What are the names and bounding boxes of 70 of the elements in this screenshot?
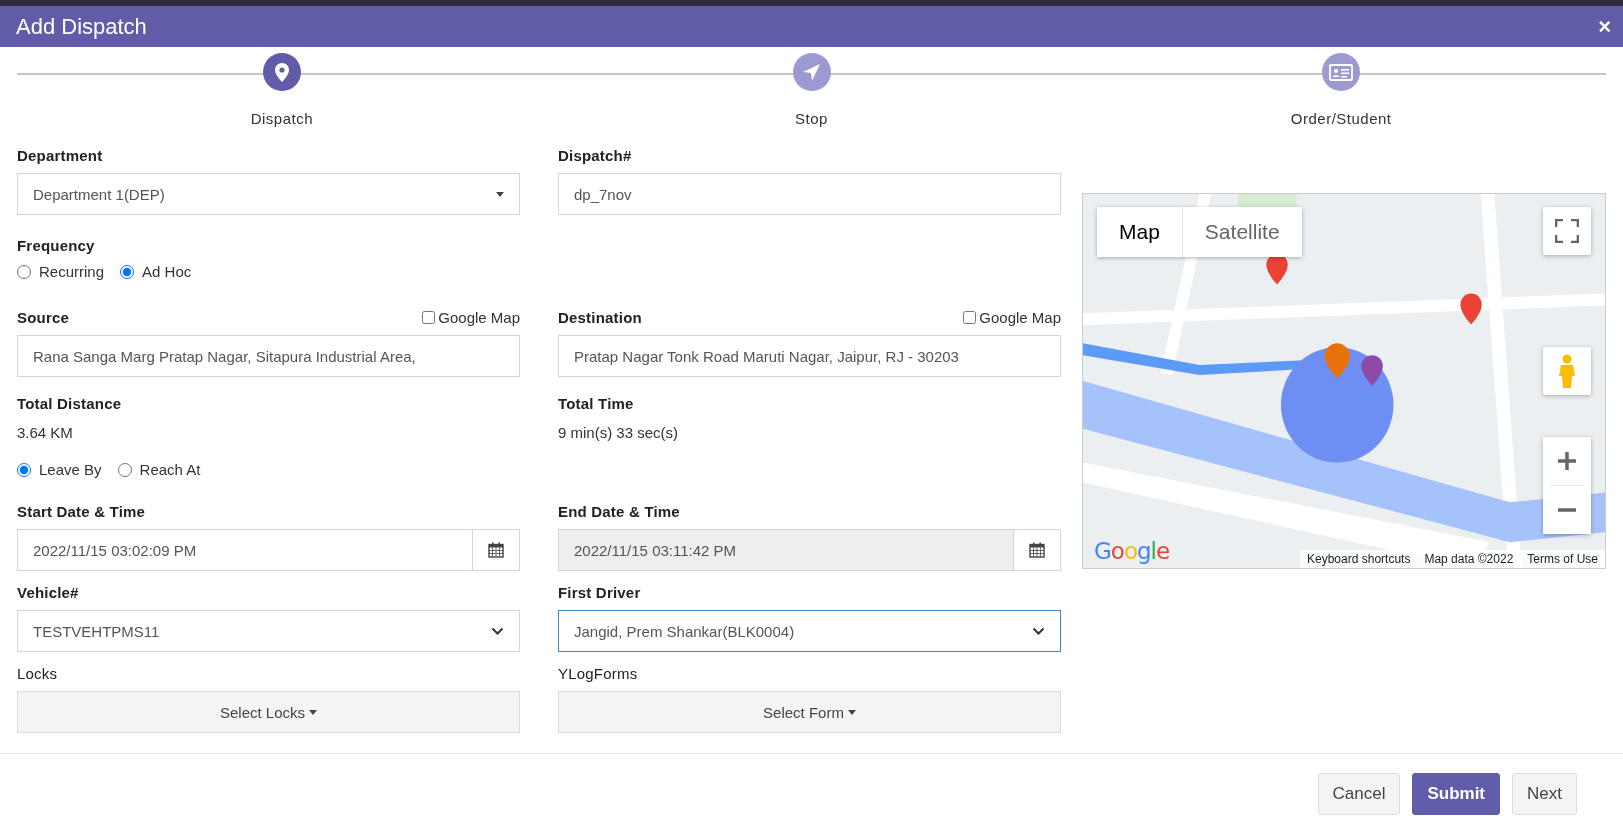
step-circle[interactable] xyxy=(792,53,831,91)
chevron-down-icon xyxy=(491,627,504,635)
radio-button[interactable] xyxy=(120,264,135,279)
plus-icon xyxy=(1558,452,1576,470)
checkbox[interactable] xyxy=(963,311,977,324)
step-circle[interactable] xyxy=(1322,53,1361,91)
date-time-field: 2022/11/15 03:11:42 PM xyxy=(558,529,1014,571)
radio-label: Reach At xyxy=(139,461,201,478)
field-label: First Driver xyxy=(558,584,642,601)
map-type-tab[interactable]: Satellite xyxy=(1181,207,1302,257)
calendar-button[interactable] xyxy=(473,529,520,571)
field-label: End Date & Time xyxy=(558,503,681,520)
select-field[interactable]: TESTVEHTPMS11 xyxy=(17,610,520,652)
checkbox-label: Google Map xyxy=(438,309,520,326)
zoom-in-button[interactable] xyxy=(1543,437,1591,485)
dialog-button[interactable]: Cancel xyxy=(1317,773,1401,815)
field-label: Total Distance xyxy=(17,395,123,412)
zoom-out-button[interactable] xyxy=(1543,486,1591,534)
field-label: Department xyxy=(17,147,104,164)
value-text: 9 min(s) 33 sec(s) xyxy=(558,424,680,441)
radio-button[interactable] xyxy=(117,462,132,477)
radio-label: Recurring xyxy=(39,263,105,280)
value-text: 3.64 KM xyxy=(17,424,74,441)
attribution-link[interactable]: Map data ©2022 xyxy=(1417,550,1521,568)
step-label: Stop xyxy=(795,110,828,127)
checkbox[interactable] xyxy=(422,311,436,324)
chevron-down-icon xyxy=(1032,627,1045,635)
field-label: Total Time xyxy=(558,395,635,412)
navigation-arrow-icon xyxy=(802,62,821,82)
source-field[interactable]: Rana Sanga Marg Pratap Nagar, Sitapura Industrial Area, xyxy=(17,335,520,377)
field-label: Vehicle# xyxy=(17,584,80,601)
close-button[interactable]: × xyxy=(1598,15,1611,38)
google-logo: Google xyxy=(1094,538,1170,564)
dialog-title: Add Dispatch xyxy=(16,13,147,40)
pin-icon xyxy=(272,61,291,83)
dropdown-button[interactable]: Select Form xyxy=(558,691,1061,733)
dispatch-number-field[interactable]: dp_7nov xyxy=(558,173,1061,215)
select-field[interactable]: Jangid, Prem Shankar(BLK0004) xyxy=(558,610,1061,652)
dialog-button[interactable]: Submit xyxy=(1412,773,1501,815)
field-label: Start Date & Time xyxy=(17,503,147,520)
step-circle[interactable] xyxy=(262,53,301,91)
step-label: Dispatch xyxy=(250,110,313,127)
step-label: Order/Student xyxy=(1290,110,1392,127)
destination-field[interactable]: Pratap Nagar Tonk Road Maruti Nagar, Jaipur, RJ - 30203 xyxy=(558,335,1061,377)
calendar-icon xyxy=(1029,542,1045,558)
radio-button[interactable] xyxy=(17,264,31,279)
date-time-field[interactable]: 2022/11/15 03:02:09 PM xyxy=(17,529,473,571)
dropdown-button[interactable]: Select Locks xyxy=(17,691,520,733)
field-label: Frequency xyxy=(17,237,96,254)
radio-label: Ad Hoc xyxy=(142,263,192,280)
person-icon xyxy=(1557,354,1577,388)
department-dropdown[interactable]: Department 1(DEP) xyxy=(17,173,520,215)
calendar-icon xyxy=(488,542,504,558)
attribution-link[interactable]: Terms of Use xyxy=(1520,550,1605,568)
minus-icon xyxy=(1558,508,1576,512)
radio-label: Leave By xyxy=(39,461,102,478)
map-type-tab[interactable]: Map xyxy=(1097,207,1182,257)
fullscreen-button[interactable] xyxy=(1543,207,1591,255)
radio-button[interactable] xyxy=(17,462,31,477)
field-label: Destination xyxy=(558,309,642,326)
id-card-icon xyxy=(1329,63,1354,81)
checkbox-label: Google Map xyxy=(979,309,1061,326)
attribution-link[interactable]: Keyboard shortcuts xyxy=(1300,550,1418,568)
fullscreen-icon xyxy=(1555,219,1579,243)
field-label: Dispatch# xyxy=(558,147,633,164)
field-label: Source xyxy=(17,309,70,326)
calendar-button[interactable] xyxy=(1014,529,1061,571)
dialog-button[interactable]: Next xyxy=(1512,773,1577,815)
field-label: YLogForms xyxy=(558,665,639,682)
field-label: Locks xyxy=(17,665,59,682)
